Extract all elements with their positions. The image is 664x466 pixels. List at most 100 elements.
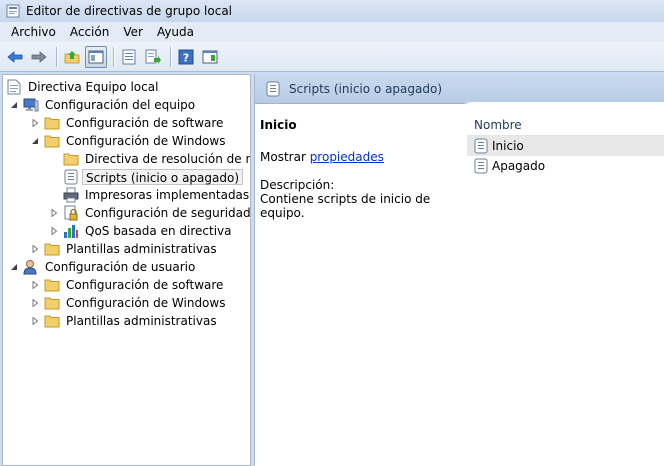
help-button[interactable]: ? xyxy=(175,46,197,68)
show-hide-action-pane-icon xyxy=(202,50,218,63)
tree-label: Configuración de software xyxy=(66,116,224,130)
tree-label: Plantillas administrativas xyxy=(66,242,217,256)
tree-label: Configuración del equipo xyxy=(45,98,196,112)
tree-label: Configuración de seguridad xyxy=(85,206,251,220)
tree-node-user-software[interactable]: Configuración de software xyxy=(30,276,226,294)
printer-icon xyxy=(63,187,79,203)
toolbar-separator xyxy=(170,46,171,67)
collapsed-arrow-icon[interactable] xyxy=(30,118,40,128)
menu-bar: Archivo Acción Ver Ayuda xyxy=(0,22,664,42)
description-label: Descripción: xyxy=(260,178,335,192)
folder-icon xyxy=(63,151,79,167)
collapsed-arrow-icon[interactable] xyxy=(30,316,40,326)
menu-archivo[interactable]: Archivo xyxy=(4,23,63,41)
tree-node-printers[interactable]: Impresoras implementadas xyxy=(63,186,250,204)
properties-icon xyxy=(145,49,161,64)
svg-text:?: ? xyxy=(183,51,189,64)
list-item-label: Apagado xyxy=(492,159,546,173)
show-properties-prefix: Mostrar xyxy=(260,150,310,164)
collapsed-arrow-icon[interactable] xyxy=(49,226,59,236)
collapsed-arrow-icon[interactable] xyxy=(30,298,40,308)
up-one-level-button[interactable] xyxy=(61,46,83,68)
tree-node-user-config[interactable]: Configuración de usuario xyxy=(9,258,198,276)
console-tree: Directiva Equipo local Configuración del… xyxy=(2,74,251,466)
column-header-name[interactable]: Nombre xyxy=(467,114,664,136)
tree-node-user-admin-templates[interactable]: Plantillas administrativas xyxy=(30,312,220,330)
tree-label: Configuración de software xyxy=(66,278,224,292)
menu-ver[interactable]: Ver xyxy=(116,23,150,41)
tree-node-user-windows[interactable]: Configuración de Windows xyxy=(30,294,228,312)
tree-label: Directiva de resolución de nombres xyxy=(85,152,250,166)
extended-description: Inicio Mostrar propiedades Descripción: … xyxy=(260,118,460,220)
collapsed-arrow-icon[interactable] xyxy=(30,244,40,254)
list-item-inicio[interactable]: Inicio xyxy=(467,136,664,156)
policy-document-icon xyxy=(6,79,22,95)
tree-node-name-resolution[interactable]: Directiva de resolución de nombres xyxy=(63,150,250,168)
script-item-icon xyxy=(474,138,488,154)
description-text: Contiene scripts de inicio de equipo. xyxy=(260,192,431,220)
tree-label: Directiva Equipo local xyxy=(28,80,159,94)
tree-node-qos[interactable]: QoS basada en directiva xyxy=(49,222,234,240)
expanded-arrow-icon[interactable] xyxy=(30,136,40,146)
back-button[interactable] xyxy=(4,46,26,68)
list-item-apagado[interactable]: Apagado xyxy=(467,156,664,176)
list-item-label: Inicio xyxy=(492,139,524,153)
security-lock-icon xyxy=(63,205,79,221)
folder-icon xyxy=(44,133,60,149)
details-header: Scripts (inicio o apagado) xyxy=(255,74,664,104)
up-folder-icon xyxy=(64,50,80,63)
user-icon xyxy=(23,259,39,275)
back-arrow-icon xyxy=(7,50,23,63)
tree-node-scripts[interactable]: Scripts (inicio o apagado) xyxy=(63,168,244,186)
show-hide-tree-button[interactable] xyxy=(85,45,107,68)
export-list-icon xyxy=(122,49,136,64)
items-list: Nombre Inicio Apagado xyxy=(467,114,664,176)
export-button[interactable] xyxy=(142,46,164,68)
tree-label: Plantillas administrativas xyxy=(66,314,217,328)
tree-label: Configuración de Windows xyxy=(66,296,226,310)
scripts-icon xyxy=(63,169,79,185)
tree-node-security[interactable]: Configuración de seguridad xyxy=(49,204,251,222)
properties-link[interactable]: propiedades xyxy=(310,150,384,164)
folder-icon xyxy=(44,313,60,329)
tree-node-comp-admin-templates[interactable]: Plantillas administrativas xyxy=(30,240,220,258)
tree-node-computer-config[interactable]: Configuración del equipo xyxy=(9,96,198,114)
action-pane-button[interactable] xyxy=(199,46,221,68)
collapsed-arrow-icon[interactable] xyxy=(49,208,59,218)
toolbar-separator xyxy=(113,46,114,67)
help-icon: ? xyxy=(178,49,194,64)
policy-editor-icon xyxy=(6,4,20,18)
tree-label: Configuración de usuario xyxy=(45,260,196,274)
toolbar-separator xyxy=(56,46,57,67)
tree-label: Impresoras implementadas xyxy=(85,188,250,202)
tree-label: Scripts (inicio o apagado) xyxy=(82,169,244,185)
folder-icon xyxy=(44,241,60,257)
folder-icon xyxy=(44,115,60,131)
folder-icon xyxy=(44,295,60,311)
menu-ayuda[interactable]: Ayuda xyxy=(150,23,201,41)
expanded-arrow-icon[interactable] xyxy=(9,100,19,110)
scripts-icon xyxy=(266,81,280,96)
tree-label: Configuración de Windows xyxy=(66,134,226,148)
tree-label: QoS basada en directiva xyxy=(85,224,232,238)
tree-node-comp-software[interactable]: Configuración de software xyxy=(30,114,226,132)
computer-icon xyxy=(23,97,39,113)
expanded-arrow-icon[interactable] xyxy=(9,262,19,272)
forward-button[interactable] xyxy=(28,46,50,68)
script-item-icon xyxy=(474,158,488,174)
qos-chart-icon xyxy=(63,223,79,239)
window-title: Editor de directivas de grupo local xyxy=(26,4,233,18)
selected-item-title: Inicio xyxy=(260,118,297,132)
toolbar: ? xyxy=(0,42,664,72)
tree-node-root[interactable]: Directiva Equipo local xyxy=(6,78,161,96)
show-properties-line: Mostrar propiedades xyxy=(260,150,460,164)
details-pane: Scripts (inicio o apagado) Inicio Mostra… xyxy=(254,74,664,466)
folder-icon xyxy=(44,277,60,293)
forward-arrow-icon xyxy=(31,50,47,63)
title-bar: Editor de directivas de grupo local xyxy=(0,0,664,22)
details-header-title: Scripts (inicio o apagado) xyxy=(289,81,443,96)
list-button[interactable] xyxy=(118,46,140,68)
collapsed-arrow-icon[interactable] xyxy=(30,280,40,290)
menu-accion[interactable]: Acción xyxy=(63,23,116,41)
tree-node-comp-windows[interactable]: Configuración de Windows xyxy=(30,132,228,150)
